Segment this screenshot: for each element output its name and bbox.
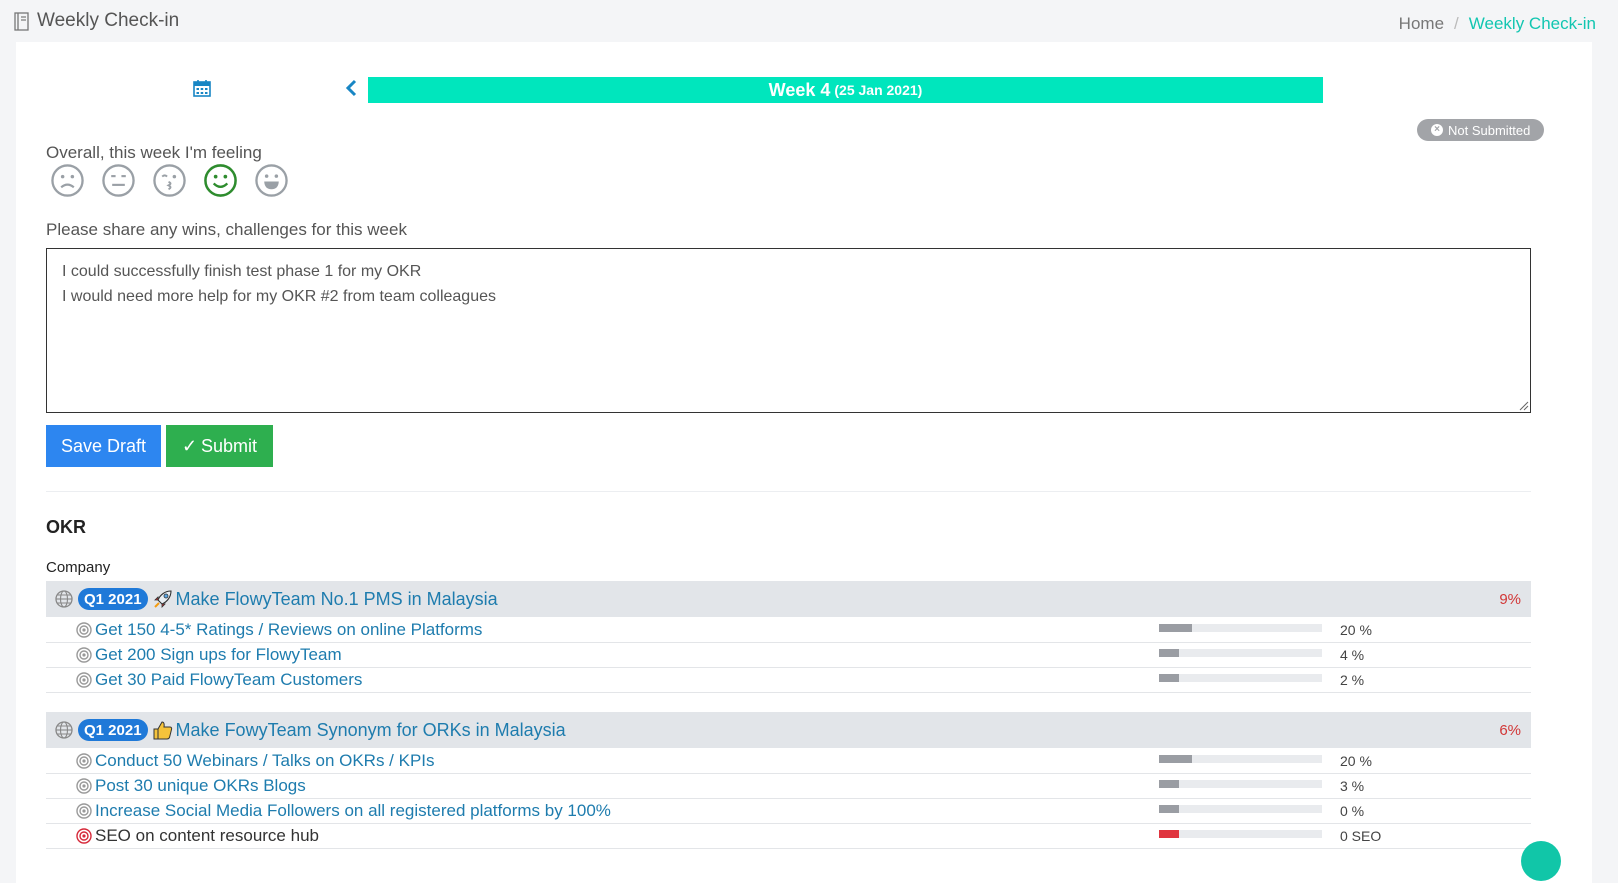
- grin-face-icon[interactable]: [254, 163, 289, 198]
- page-title: Weekly Check-in: [13, 10, 179, 32]
- chat-widget-button[interactable]: [1521, 841, 1561, 881]
- progress-fill: [1159, 649, 1179, 657]
- key-result-value: 20 %: [1340, 753, 1372, 769]
- okr-group-label: Company: [46, 559, 111, 576]
- objective-row: Q1 2021 Make FlowyTeam No.1 PMS in Malay…: [46, 581, 1531, 617]
- thumbs-up-icon: [153, 721, 172, 740]
- smile-face-icon[interactable]: [203, 163, 238, 198]
- key-result-value: 4 %: [1340, 647, 1365, 663]
- key-result-title[interactable]: Get 200 Sign ups for FlowyTeam: [95, 645, 342, 665]
- chevron-left-icon[interactable]: [343, 78, 359, 98]
- progress-fill: [1159, 624, 1192, 632]
- key-result-row: SEO on content resource hub 0 SEO: [46, 824, 1531, 849]
- key-result-row: Post 30 unique OKRs Blogs 3 %: [46, 774, 1531, 799]
- calendar-icon[interactable]: [192, 78, 212, 98]
- breadcrumb-current: Weekly Check-in: [1468, 14, 1596, 33]
- globe-icon: [55, 721, 73, 739]
- week-selector[interactable]: Week 4 (25 Jan 2021): [368, 77, 1323, 103]
- wins-label: Please share any wins, challenges for th…: [46, 220, 407, 239]
- section-divider: [46, 491, 1531, 492]
- key-result-row: Get 200 Sign ups for FlowyTeam 4 %: [46, 643, 1531, 668]
- close-circle-icon: ×: [1431, 124, 1443, 136]
- target-alert-icon: [76, 828, 92, 844]
- key-result-value: 3 %: [1340, 778, 1365, 794]
- key-result-row: Increase Social Media Followers on all r…: [46, 799, 1531, 824]
- key-result-value: 20 %: [1340, 622, 1372, 638]
- key-result-progress-bar: [1159, 780, 1322, 788]
- page-title-text: Weekly Check-in: [37, 10, 180, 31]
- neutral-face-icon[interactable]: [101, 163, 136, 198]
- key-result-row: Get 30 Paid FlowyTeam Customers 2 %: [46, 668, 1531, 693]
- notebook-icon: [14, 11, 29, 31]
- rocket-icon: [153, 590, 172, 608]
- target-icon: [76, 672, 92, 688]
- page-header: Weekly Check-in Home / Weekly Check-in: [0, 0, 1618, 42]
- progress-fill: [1159, 755, 1192, 763]
- objective-title[interactable]: Make FowyTeam Synonym for ORKs in Malays…: [176, 720, 566, 741]
- key-result-value: 0 SEO: [1340, 828, 1382, 844]
- week-date: (25 Jan 2021): [834, 82, 923, 98]
- target-icon: [76, 753, 92, 769]
- mood-selector: [50, 163, 289, 198]
- progress-fill: [1159, 805, 1179, 813]
- feeling-label: Overall, this week I'm feeling: [46, 143, 262, 162]
- key-result-title[interactable]: Increase Social Media Followers on all r…: [95, 801, 611, 821]
- save-draft-button[interactable]: Save Draft: [46, 425, 161, 467]
- key-result-value: 2 %: [1340, 672, 1365, 688]
- key-result-title[interactable]: Get 150 4-5* Ratings / Reviews on online…: [95, 620, 482, 640]
- objective-row: Q1 2021 Make FowyTeam Synonym for ORKs i…: [46, 712, 1531, 748]
- target-icon: [76, 778, 92, 794]
- key-result-row: Conduct 50 Webinars / Talks on OKRs / KP…: [46, 749, 1531, 774]
- key-result-value: 0 %: [1340, 803, 1365, 819]
- key-result-title[interactable]: Conduct 50 Webinars / Talks on OKRs / KP…: [95, 751, 435, 771]
- breadcrumb-separator: /: [1454, 14, 1459, 33]
- submit-label: Submit: [201, 435, 258, 456]
- target-icon: [76, 647, 92, 663]
- resize-handle-icon[interactable]: [1519, 401, 1529, 411]
- key-result-title[interactable]: SEO on content resource hub: [95, 826, 319, 846]
- key-result-progress-bar: [1159, 624, 1322, 632]
- quarter-badge: Q1 2021: [78, 719, 148, 741]
- submit-button[interactable]: ✓ Submit: [166, 425, 273, 467]
- key-result-progress-bar: [1159, 830, 1322, 838]
- objective-progress: 6%: [1499, 721, 1521, 739]
- week-label: Week 4: [768, 79, 831, 100]
- target-icon: [76, 622, 92, 638]
- progress-fill: [1159, 830, 1179, 838]
- check-icon: ✓: [181, 435, 198, 456]
- progress-fill: [1159, 674, 1179, 682]
- key-result-progress-bar: [1159, 649, 1322, 657]
- quarter-badge: Q1 2021: [78, 588, 148, 610]
- kissing-face-icon[interactable]: [152, 163, 187, 198]
- key-result-progress-bar: [1159, 674, 1322, 682]
- key-result-progress-bar: [1159, 805, 1322, 813]
- key-result-title[interactable]: Post 30 unique OKRs Blogs: [95, 776, 306, 796]
- objective-title[interactable]: Make FlowyTeam No.1 PMS in Malaysia: [176, 589, 498, 610]
- wins-challenges-textarea[interactable]: I could successfully finish test phase 1…: [46, 248, 1531, 413]
- checkin-card: Week 4 (25 Jan 2021) × Not Submitted Ove…: [16, 42, 1592, 883]
- breadcrumb-home-link[interactable]: Home: [1399, 14, 1444, 34]
- key-result-row: Get 150 4-5* Ratings / Reviews on online…: [46, 618, 1531, 643]
- key-result-title[interactable]: Get 30 Paid FlowyTeam Customers: [95, 670, 362, 690]
- sad-face-icon[interactable]: [50, 163, 85, 198]
- breadcrumb: Home / Weekly Check-in: [1399, 14, 1596, 34]
- globe-icon: [55, 590, 73, 608]
- progress-fill: [1159, 780, 1179, 788]
- objective-progress: 9%: [1499, 590, 1521, 608]
- status-label: Not Submitted: [1448, 122, 1531, 138]
- okr-heading: OKR: [46, 517, 86, 537]
- key-result-progress-bar: [1159, 755, 1322, 763]
- status-badge: × Not Submitted: [1417, 119, 1545, 141]
- target-icon: [76, 803, 92, 819]
